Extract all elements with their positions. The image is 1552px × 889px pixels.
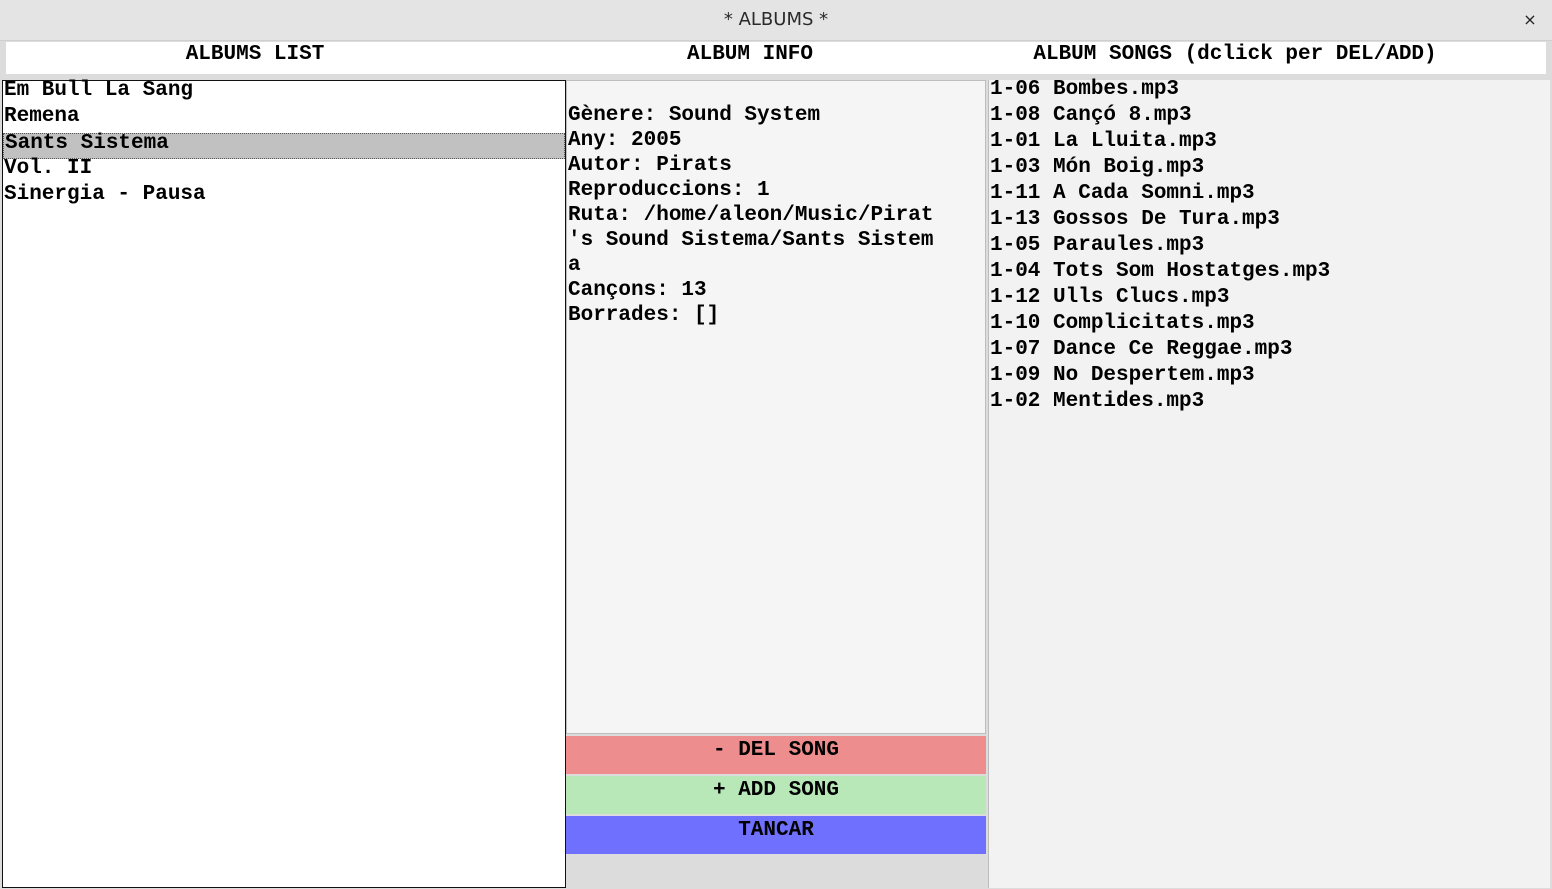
- album-songs-header: ALBUM SONGS (dclick per DEL/ADD): [996, 42, 1546, 74]
- album-songs-listbox[interactable]: 1-06 Bombes.mp3 1-08 Cançó 8.mp3 1-01 La…: [988, 79, 1550, 888]
- song-item[interactable]: 1-02 Mentides.mp3: [989, 391, 1550, 418]
- song-item[interactable]: 1-11 A Cada Somni.mp3: [989, 183, 1550, 210]
- album-info-panel: Gènere: Sound System Any: 2005 Autor: Pi…: [566, 80, 986, 734]
- albums-listbox[interactable]: Em Bull La Sang Remena Sants Sistema Vol…: [2, 80, 566, 888]
- info-path-2: 's Sound Sistema/Sants Sistem: [568, 229, 934, 252]
- albums-list-header: ALBUMS LIST: [6, 42, 504, 74]
- album-item-4[interactable]: Sinergia - Pausa: [3, 184, 565, 211]
- album-item-1[interactable]: Remena: [3, 106, 565, 133]
- add-song-button[interactable]: + ADD SONG: [566, 776, 986, 814]
- song-item[interactable]: 1-04 Tots Som Hostatges.mp3: [989, 261, 1550, 288]
- info-genre: Gènere: Sound System: [568, 104, 821, 127]
- info-deleted: Borrades: []: [568, 304, 720, 327]
- album-songs-header-label: ALBUM SONGS (dclick per DEL/ADD): [1033, 43, 1437, 66]
- song-item[interactable]: 1-06 Bombes.mp3: [989, 79, 1550, 106]
- album-item-3[interactable]: Vol. II: [3, 158, 565, 185]
- album-info-header: ALBUM INFO: [504, 42, 996, 74]
- info-plays: Reproduccions: 1: [568, 179, 770, 202]
- info-year: Any: 2005: [568, 129, 682, 152]
- info-path-1: Ruta: /home/aleon/Music/Pirat: [568, 204, 934, 227]
- song-item[interactable]: 1-10 Complicitats.mp3: [989, 313, 1550, 340]
- song-item[interactable]: 1-08 Cançó 8.mp3: [989, 105, 1550, 132]
- song-item[interactable]: 1-05 Paraules.mp3: [989, 235, 1550, 262]
- song-item[interactable]: 1-07 Dance Ce Reggae.mp3: [989, 339, 1550, 366]
- song-item[interactable]: 1-09 No Despertem.mp3: [989, 365, 1550, 392]
- song-item[interactable]: 1-03 Món Boig.mp3: [989, 157, 1550, 184]
- close-icon[interactable]: ×: [1518, 8, 1542, 32]
- song-item[interactable]: 1-12 Ulls Clucs.mp3: [989, 287, 1550, 314]
- song-item[interactable]: 1-13 Gossos De Tura.mp3: [989, 209, 1550, 236]
- window-title: * ALBUMS *: [723, 9, 829, 30]
- song-item[interactable]: 1-01 La Lluita.mp3: [989, 131, 1550, 158]
- info-author: Autor: Pirats: [568, 154, 732, 177]
- info-songs-count: Cançons: 13: [568, 279, 707, 302]
- tancar-button[interactable]: TANCAR: [566, 816, 986, 854]
- del-song-button[interactable]: - DEL SONG: [566, 736, 986, 774]
- album-item-2-selected[interactable]: Sants Sistema: [3, 133, 565, 159]
- info-path-3: a: [568, 254, 581, 277]
- album-item-0[interactable]: Em Bull La Sang: [3, 80, 565, 107]
- window-titlebar: * ALBUMS * ×: [0, 0, 1552, 41]
